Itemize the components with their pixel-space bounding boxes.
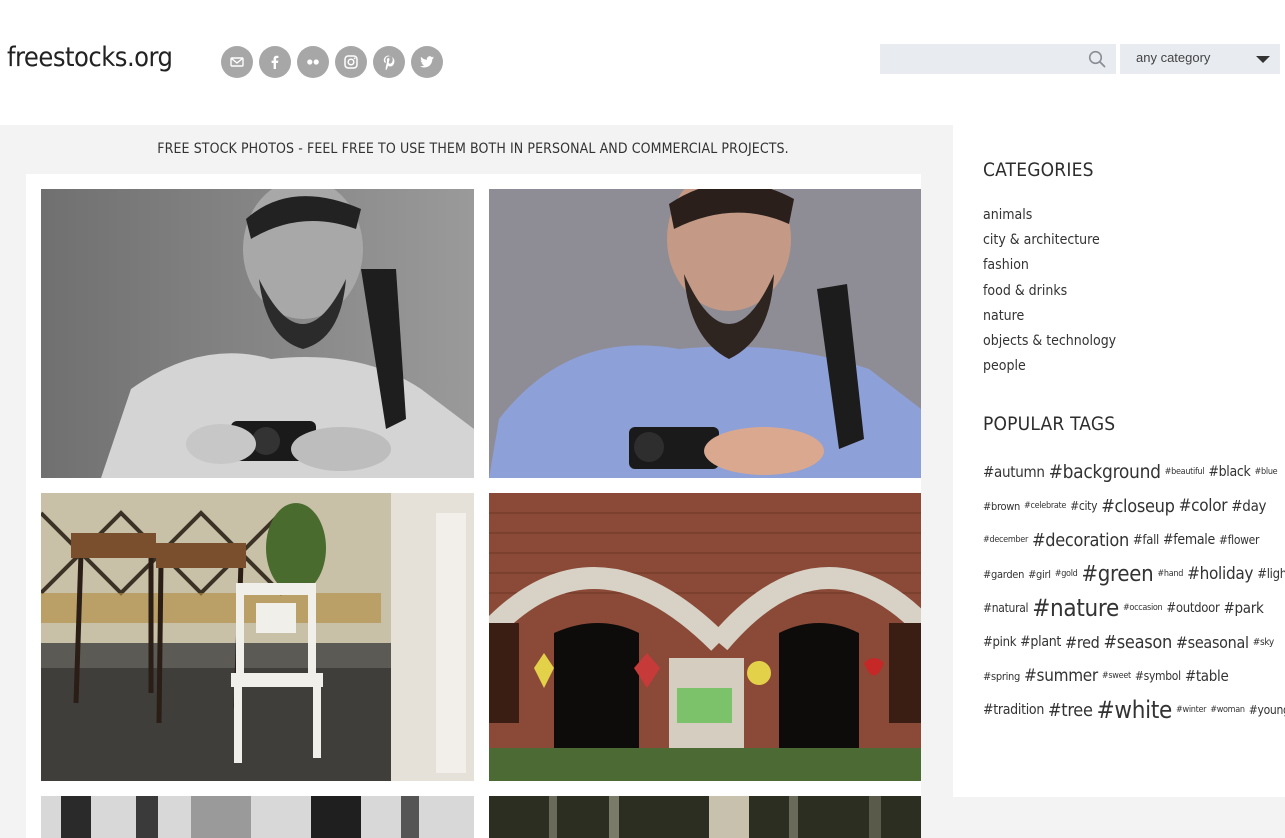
tag-brown[interactable]: #brown xyxy=(983,500,1020,513)
site-logo[interactable]: freestocks.org xyxy=(7,42,173,73)
category-item-objects-technology[interactable]: objects & technology xyxy=(983,331,1116,356)
tag-color[interactable]: #color xyxy=(1179,496,1228,516)
search-box xyxy=(880,44,1116,74)
photo-trees-bw[interactable] xyxy=(41,796,474,838)
photo-brick-arches-graffiti[interactable] xyxy=(489,493,921,781)
tag-beautiful[interactable]: #beautiful xyxy=(1165,467,1205,477)
instagram-icon[interactable] xyxy=(335,46,367,78)
category-item-city-architecture[interactable]: city & architecture xyxy=(983,230,1116,255)
tag-row: #pink #plant #red #season #seasonal #sky xyxy=(983,625,1274,659)
twitter-icon[interactable] xyxy=(411,46,443,78)
tag-tree[interactable]: #tree xyxy=(1048,700,1093,721)
tag-garden[interactable]: #garden xyxy=(983,568,1024,581)
tag-gold[interactable]: #gold xyxy=(1055,569,1078,579)
category-item-people[interactable]: people xyxy=(983,356,1116,381)
tag-day[interactable]: #day xyxy=(1231,497,1266,515)
tag-woman[interactable]: #woman xyxy=(1210,705,1245,715)
tagline: FREE STOCK PHOTOS - FEEL FREE TO USE THE… xyxy=(157,141,789,157)
tag-girl[interactable]: #girl xyxy=(1028,568,1051,581)
tag-hand[interactable]: #hand xyxy=(1157,569,1183,579)
tag-sky[interactable]: #sky xyxy=(1253,637,1275,648)
tag-outdoor[interactable]: #outdoor xyxy=(1166,601,1219,616)
tag-plant[interactable]: #plant xyxy=(1020,634,1061,650)
tag-female[interactable]: #female xyxy=(1163,532,1215,548)
tag-season[interactable]: #season xyxy=(1104,632,1173,653)
tag-summer[interactable]: #summer xyxy=(1024,666,1098,686)
tag-background[interactable]: #background xyxy=(1049,461,1161,483)
tag-table[interactable]: #table xyxy=(1185,667,1229,685)
photo-forest[interactable] xyxy=(489,796,921,838)
sidebar: CATEGORIES animals city & architecture f… xyxy=(953,125,1285,797)
category-dropdown[interactable]: any category xyxy=(1120,44,1280,74)
category-item-nature[interactable]: nature xyxy=(983,306,1116,331)
tag-white[interactable]: #white xyxy=(1097,696,1173,724)
tag-row: #garden #girl #gold #green #hand #holiday #lig… xyxy=(983,557,1285,591)
tag-winter[interactable]: #winter xyxy=(1176,705,1206,715)
categories-title: CATEGORIES xyxy=(983,159,1094,181)
facebook-icon[interactable] xyxy=(259,46,291,78)
tag-spring[interactable]: #spring xyxy=(983,670,1020,683)
category-item-fashion[interactable]: fashion xyxy=(983,255,1116,280)
tag-row: #brown #celebrate #city #closeup #color #day xyxy=(983,489,1268,523)
tag-park[interactable]: #park xyxy=(1224,599,1264,617)
tag-december[interactable]: #december xyxy=(983,535,1028,545)
category-item-animals[interactable]: animals xyxy=(983,205,1116,230)
tag-celebrate[interactable]: #celebrate xyxy=(1024,501,1066,511)
tag-row: #natural #nature #occasion #outdoor #park xyxy=(983,591,1268,625)
site-header: freestocks.org any category xyxy=(0,0,1285,125)
category-list: animals city & architecture fashion food… xyxy=(983,205,1116,381)
tag-row: #december #decoration #fall #female #flower xyxy=(983,523,1268,557)
tag-light[interactable]: #light xyxy=(1257,567,1285,582)
tag-decoration[interactable]: #decoration xyxy=(1032,530,1129,551)
photo-man-camera-color[interactable] xyxy=(489,189,921,478)
tag-closeup[interactable]: #closeup xyxy=(1101,496,1175,517)
tag-red[interactable]: #red xyxy=(1065,633,1100,652)
tag-seasonal[interactable]: #seasonal xyxy=(1176,633,1249,652)
flickr-icon[interactable] xyxy=(297,46,329,78)
tag-cloud: #autumn #background #beautiful #black #blue #… xyxy=(983,455,1285,727)
tag-autumn[interactable]: #autumn xyxy=(983,463,1045,481)
email-icon[interactable] xyxy=(221,46,253,78)
chevron-down-icon xyxy=(1256,56,1270,63)
category-dropdown-value: any category xyxy=(1136,50,1211,65)
search-icon[interactable] xyxy=(1088,50,1106,68)
tag-natural[interactable]: #natural xyxy=(983,601,1029,615)
tag-holiday[interactable]: #holiday xyxy=(1187,564,1253,584)
main-content: FREE STOCK PHOTOS - FEEL FREE TO USE THE… xyxy=(0,125,953,838)
search-input[interactable] xyxy=(880,44,1080,74)
tag-occasion[interactable]: #occasion xyxy=(1123,603,1163,613)
tag-city[interactable]: #city xyxy=(1070,499,1097,513)
category-item-food-drinks[interactable]: food & drinks xyxy=(983,281,1116,306)
photo-man-camera-bw[interactable] xyxy=(41,189,474,478)
social-links xyxy=(221,46,443,78)
tag-pink[interactable]: #pink xyxy=(983,635,1016,650)
sidebar-footer-strip xyxy=(953,797,1285,838)
tag-nature[interactable]: #nature xyxy=(1032,594,1119,622)
photo-white-chair[interactable] xyxy=(41,493,474,781)
pinterest-icon[interactable] xyxy=(373,46,405,78)
tag-green[interactable]: #green xyxy=(1082,562,1154,587)
tag-blue[interactable]: #blue xyxy=(1255,467,1278,477)
popular-tags-title: POPULAR TAGS xyxy=(983,413,1116,435)
tag-row: #spring #summer #sweet #symbol #table xyxy=(983,659,1268,693)
tag-young[interactable]: #young xyxy=(1249,703,1285,717)
tag-tradition[interactable]: #tradition xyxy=(983,702,1044,718)
tag-row: #tradition#tree#white#winter #woman #young xyxy=(983,693,1285,727)
tag-row: #autumn #background #beautiful #black #blue xyxy=(983,455,1278,489)
tag-sweet[interactable]: #sweet xyxy=(1102,671,1131,681)
tag-fall[interactable]: #fall xyxy=(1133,533,1159,548)
tag-black[interactable]: #black xyxy=(1208,464,1251,480)
photo-grid xyxy=(26,174,921,838)
tag-flower[interactable]: #flower xyxy=(1219,533,1260,547)
tag-symbol[interactable]: #symbol xyxy=(1135,669,1181,683)
